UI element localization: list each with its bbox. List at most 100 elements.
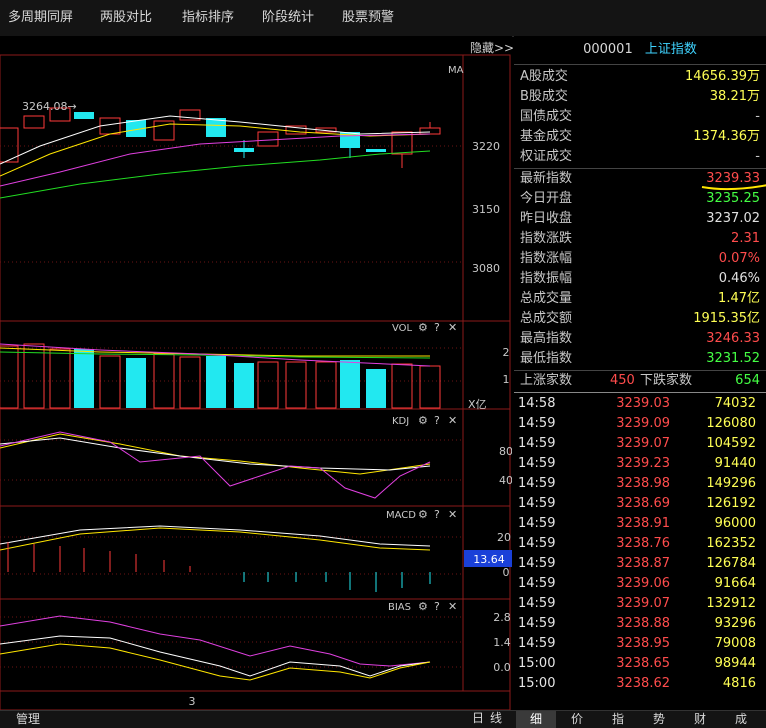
bias-label: BIAS <box>388 602 411 613</box>
tick-price: 3238.95 <box>616 636 670 651</box>
stat-value: 2.31 <box>731 231 760 246</box>
bias-axis-label: 0.0 <box>493 661 511 674</box>
tick-time: 14:59 <box>518 536 556 551</box>
up-count-value: 450 <box>610 373 635 388</box>
tick-row[interactable]: 14:59 3239.09 126080 <box>514 414 766 434</box>
tick-volume: 126192 <box>706 496 756 511</box>
kdj-axis-label: 80 <box>499 445 512 458</box>
macd-line <box>0 527 431 551</box>
help-icon[interactable]: ? <box>434 321 440 334</box>
close-icon[interactable]: ✕ <box>448 508 457 521</box>
bottom-tab-4[interactable]: 财 <box>680 711 720 728</box>
tick-row[interactable]: 14:59 3239.07 104592 <box>514 434 766 454</box>
tick-volume: 149296 <box>706 476 756 491</box>
menu-item-2[interactable]: 指标排序 <box>182 0 234 36</box>
stat-row: 指数涨跌 2.31 <box>514 229 766 249</box>
volume-bar <box>419 365 441 409</box>
kdj-label: KDJ <box>392 416 409 427</box>
tick-price: 3238.62 <box>616 676 670 691</box>
tick-row[interactable]: 14:59 3238.69 126192 <box>514 494 766 514</box>
menu-item-1[interactable]: 两股对比 <box>100 0 152 36</box>
chart-area[interactable]: 3220 3150 3080 MA 3264.08→ VOL 2 1 X亿 KDJ 80 40 MACD… <box>0 36 512 710</box>
menu-item-3[interactable]: 阶段统计 <box>262 0 314 36</box>
close-icon[interactable]: ✕ <box>448 414 457 427</box>
stat-row: 国债成交 - <box>514 107 766 127</box>
close-icon[interactable]: ✕ <box>448 321 457 334</box>
volume-bar <box>315 361 337 409</box>
bottom-tab-1[interactable]: 价 <box>557 711 597 728</box>
candle-bar <box>257 131 279 147</box>
stat-value: 1.47亿 <box>718 291 760 306</box>
menu-item-4[interactable]: 股票预警 <box>342 0 394 36</box>
tick-volume: 132912 <box>706 596 756 611</box>
up-count-label: 上涨家数 <box>520 373 573 388</box>
tick-row[interactable]: 15:00 3238.62 4816 <box>514 674 766 694</box>
menu-item-0[interactable]: 多周期同屏 <box>8 0 73 36</box>
tick-row[interactable]: 14:59 3238.95 79008 <box>514 634 766 654</box>
tick-time: 14:59 <box>518 476 556 491</box>
quote-panel: 000001 上证指数 A股成交 14656.39万 B股成交 38.21万 国债成交 -… <box>514 36 766 710</box>
tick-volume: 104592 <box>706 436 756 451</box>
candle-bar <box>74 112 94 119</box>
gear-icon[interactable]: ⚙ <box>418 414 428 427</box>
volume-bar <box>391 363 413 409</box>
stat-label: 权证成交 <box>520 149 573 164</box>
tick-time: 14:59 <box>518 416 556 431</box>
tick-row[interactable]: 14:59 3238.91 96000 <box>514 514 766 534</box>
stat-row: A股成交 14656.39万 <box>514 67 766 87</box>
gear-icon[interactable]: ⚙ <box>418 600 428 613</box>
stat-value: 3246.33 <box>706 331 760 346</box>
hide-panel-button[interactable]: 隐藏>> <box>470 39 514 56</box>
stat-row: 昨日收盘 3237.02 <box>514 209 766 229</box>
tick-time: 14:59 <box>518 616 556 631</box>
stat-value: 1915.35亿 <box>693 311 760 326</box>
tick-row[interactable]: 15:00 3238.65 98944 <box>514 654 766 674</box>
stat-label: B股成交 <box>520 89 568 104</box>
stat-label: 指数振幅 <box>520 271 573 286</box>
tick-row[interactable]: 14:59 3239.06 91664 <box>514 574 766 594</box>
bottom-tab-3[interactable]: 势 <box>639 711 679 728</box>
macd-axis-label: 20 <box>497 531 511 544</box>
tick-volume: 98944 <box>714 656 756 671</box>
tick-volume: 79008 <box>714 636 756 651</box>
tick-row[interactable]: 14:58 3239.03 74032 <box>514 394 766 414</box>
tick-row[interactable]: 14:59 3238.88 93296 <box>514 614 766 634</box>
gear-icon[interactable]: ⚙ <box>418 321 428 334</box>
tick-volume: 4816 <box>722 676 756 691</box>
kdj-line <box>0 431 431 499</box>
bottom-tab-0[interactable]: 细 <box>516 711 556 728</box>
price-axis-label: 3150 <box>472 203 500 216</box>
tick-row[interactable]: 14:59 3238.98 149296 <box>514 474 766 494</box>
bottom-tab-5[interactable]: 成 <box>721 711 761 728</box>
stat-row: B股成交 38.21万 <box>514 87 766 107</box>
close-icon[interactable]: ✕ <box>448 600 457 613</box>
tick-time: 14:59 <box>518 596 556 611</box>
day-button[interactable]: 日 <box>472 710 484 727</box>
tick-row[interactable]: 14:59 3239.23 91440 <box>514 454 766 474</box>
gear-icon[interactable]: ⚙ <box>418 508 428 521</box>
stat-value: 3231.52 <box>706 351 760 366</box>
tick-row[interactable]: 14:59 3238.87 126784 <box>514 554 766 574</box>
kline-chart-svg[interactable]: 3220 3150 3080 MA 3264.08→ VOL 2 1 X亿 KDJ 80 40 MACD… <box>0 36 512 710</box>
line-button[interactable]: 线 <box>490 710 502 727</box>
help-icon[interactable]: ? <box>434 508 440 521</box>
bottom-tab-2[interactable]: 指 <box>598 711 638 728</box>
help-icon[interactable]: ? <box>434 414 440 427</box>
tick-price: 3239.09 <box>616 416 670 431</box>
tick-time: 15:00 <box>518 676 556 691</box>
volume-bar <box>126 358 146 408</box>
volume-bar <box>234 363 254 408</box>
kdj-axis-label: 40 <box>499 474 512 487</box>
stat-row: 权证成交 - <box>514 147 766 167</box>
vol-label: VOL <box>392 323 413 334</box>
tick-volume: 126784 <box>706 556 756 571</box>
tick-row[interactable]: 14:59 3238.76 162352 <box>514 534 766 554</box>
stat-row: 最高指数 3246.33 <box>514 329 766 349</box>
help-icon[interactable]: ? <box>434 600 440 613</box>
macd-axis-label: 0 <box>503 566 510 579</box>
volume-bar <box>74 349 94 408</box>
tick-row[interactable]: 14:59 3239.07 132912 <box>514 594 766 614</box>
macd-line <box>0 525 431 547</box>
manage-button[interactable]: 管理 <box>16 711 40 728</box>
tick-price: 3239.07 <box>616 596 670 611</box>
